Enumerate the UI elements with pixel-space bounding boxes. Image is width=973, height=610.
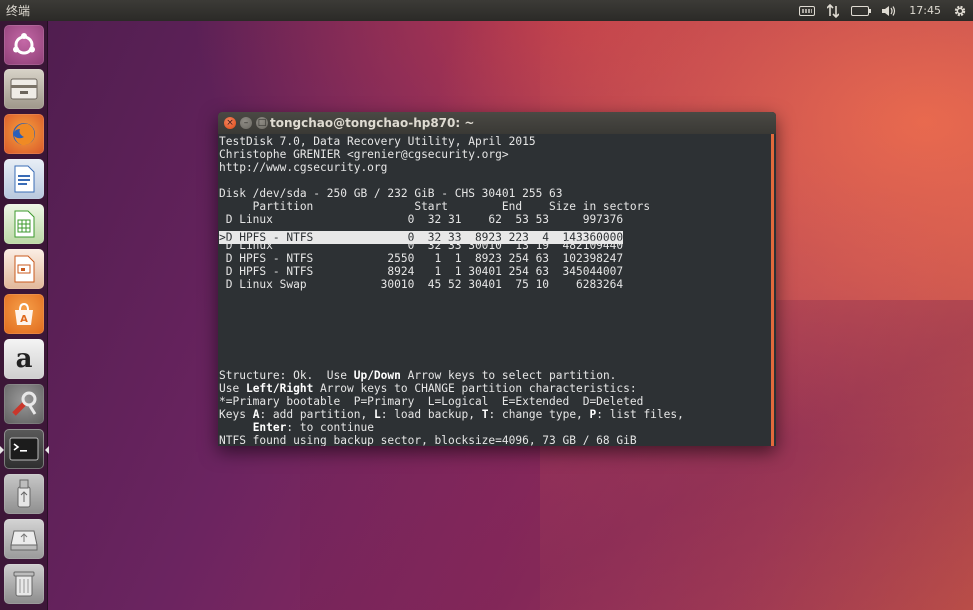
trash-icon[interactable]	[4, 564, 44, 604]
close-icon[interactable]: ×	[224, 117, 236, 129]
enter-help-line: Enter: to continue	[252, 421, 374, 434]
terminal-content[interactable]: TestDisk 7.0, Data Recovery Utility, Apr…	[218, 134, 776, 446]
ntfs-status-line: NTFS found using backup sector, blocksiz…	[219, 434, 637, 446]
empty-area	[219, 291, 776, 369]
clock[interactable]: 17:45	[909, 4, 941, 17]
focused-app-indicator	[45, 446, 49, 454]
terminal-icon[interactable]	[4, 429, 44, 469]
impress-icon[interactable]	[4, 249, 44, 289]
network-icon[interactable]	[827, 3, 840, 18]
partition-row[interactable]: D HPFS - NTFS 8924 1 1 30401 254 63 3450…	[219, 265, 776, 278]
terminal-window: × – □ tongchao@tongchao-hp870: ~ TestDis…	[218, 112, 776, 446]
calc-icon[interactable]	[4, 204, 44, 244]
maximize-icon[interactable]: □	[256, 117, 268, 129]
window-titlebar[interactable]: × – □ tongchao@tongchao-hp870: ~	[218, 112, 776, 134]
launcher: A a	[0, 21, 49, 610]
ubuntu-dash-icon[interactable]	[4, 25, 44, 65]
system-settings-icon[interactable]	[4, 384, 44, 424]
keys-help-line: Keys A: add partition, L: load backup, T…	[219, 408, 684, 421]
active-app-title: 终端	[6, 4, 31, 18]
removable-drive-icon[interactable]	[4, 519, 44, 559]
type-legend-line: *=Primary bootable P=Primary L=Logical E…	[219, 395, 644, 408]
window-title: tongchao@tongchao-hp870: ~	[270, 116, 475, 130]
up-down-key: Up/Down	[353, 369, 401, 382]
header-line: http://www.cgsecurity.org	[219, 161, 388, 174]
partition-row[interactable]: D Linux 0 32 33 30010 13 19 482109440	[219, 239, 776, 252]
keyboard-icon[interactable]	[799, 5, 816, 16]
software-center-icon[interactable]: A	[4, 294, 44, 334]
minimize-icon[interactable]: –	[240, 117, 252, 129]
enter-key: Enter	[252, 421, 287, 434]
header-line: Christophe GRENIER <grenier@cgsecurity.o…	[219, 148, 509, 161]
volume-icon[interactable]	[881, 5, 897, 17]
firefox-icon[interactable]	[4, 114, 44, 154]
svg-text:A: A	[20, 314, 28, 325]
partition-row[interactable]: D Linux 0 32 31 62 53 53 997376	[219, 213, 776, 226]
header-line: TestDisk 7.0, Data Recovery Utility, Apr…	[219, 135, 536, 148]
amazon-icon[interactable]: a	[4, 339, 44, 379]
left-right-key: Left/Right	[245, 382, 314, 395]
top-panel: 终端 17:45	[0, 0, 973, 21]
gear-icon[interactable]	[953, 4, 967, 18]
key-t: T	[481, 408, 489, 421]
key-l: L	[373, 408, 381, 421]
indicator-area: 17:45	[799, 3, 967, 18]
partition-row[interactable]: D HPFS - NTFS 2550 1 1 8923 254 63 10239…	[219, 252, 776, 265]
partition-column-header: Partition Start End Size in sectors	[219, 200, 651, 213]
battery-icon[interactable]	[851, 5, 872, 16]
structure-status-line: Structure: Ok. Use Up/Down Arrow keys to…	[219, 369, 617, 382]
disk-info-line: Disk /dev/sda - 250 GB / 232 GiB - CHS 3…	[219, 187, 563, 200]
change-characteristics-line: Use Left/Right Arrow keys to CHANGE part…	[219, 382, 637, 395]
partition-row[interactable]: D Linux Swap 30010 45 52 30401 75 10 628…	[219, 278, 776, 291]
usb-drive-icon[interactable]	[4, 474, 44, 514]
files-icon[interactable]	[4, 69, 44, 109]
writer-icon[interactable]	[4, 159, 44, 199]
scrollbar-thumb[interactable]	[771, 134, 774, 446]
